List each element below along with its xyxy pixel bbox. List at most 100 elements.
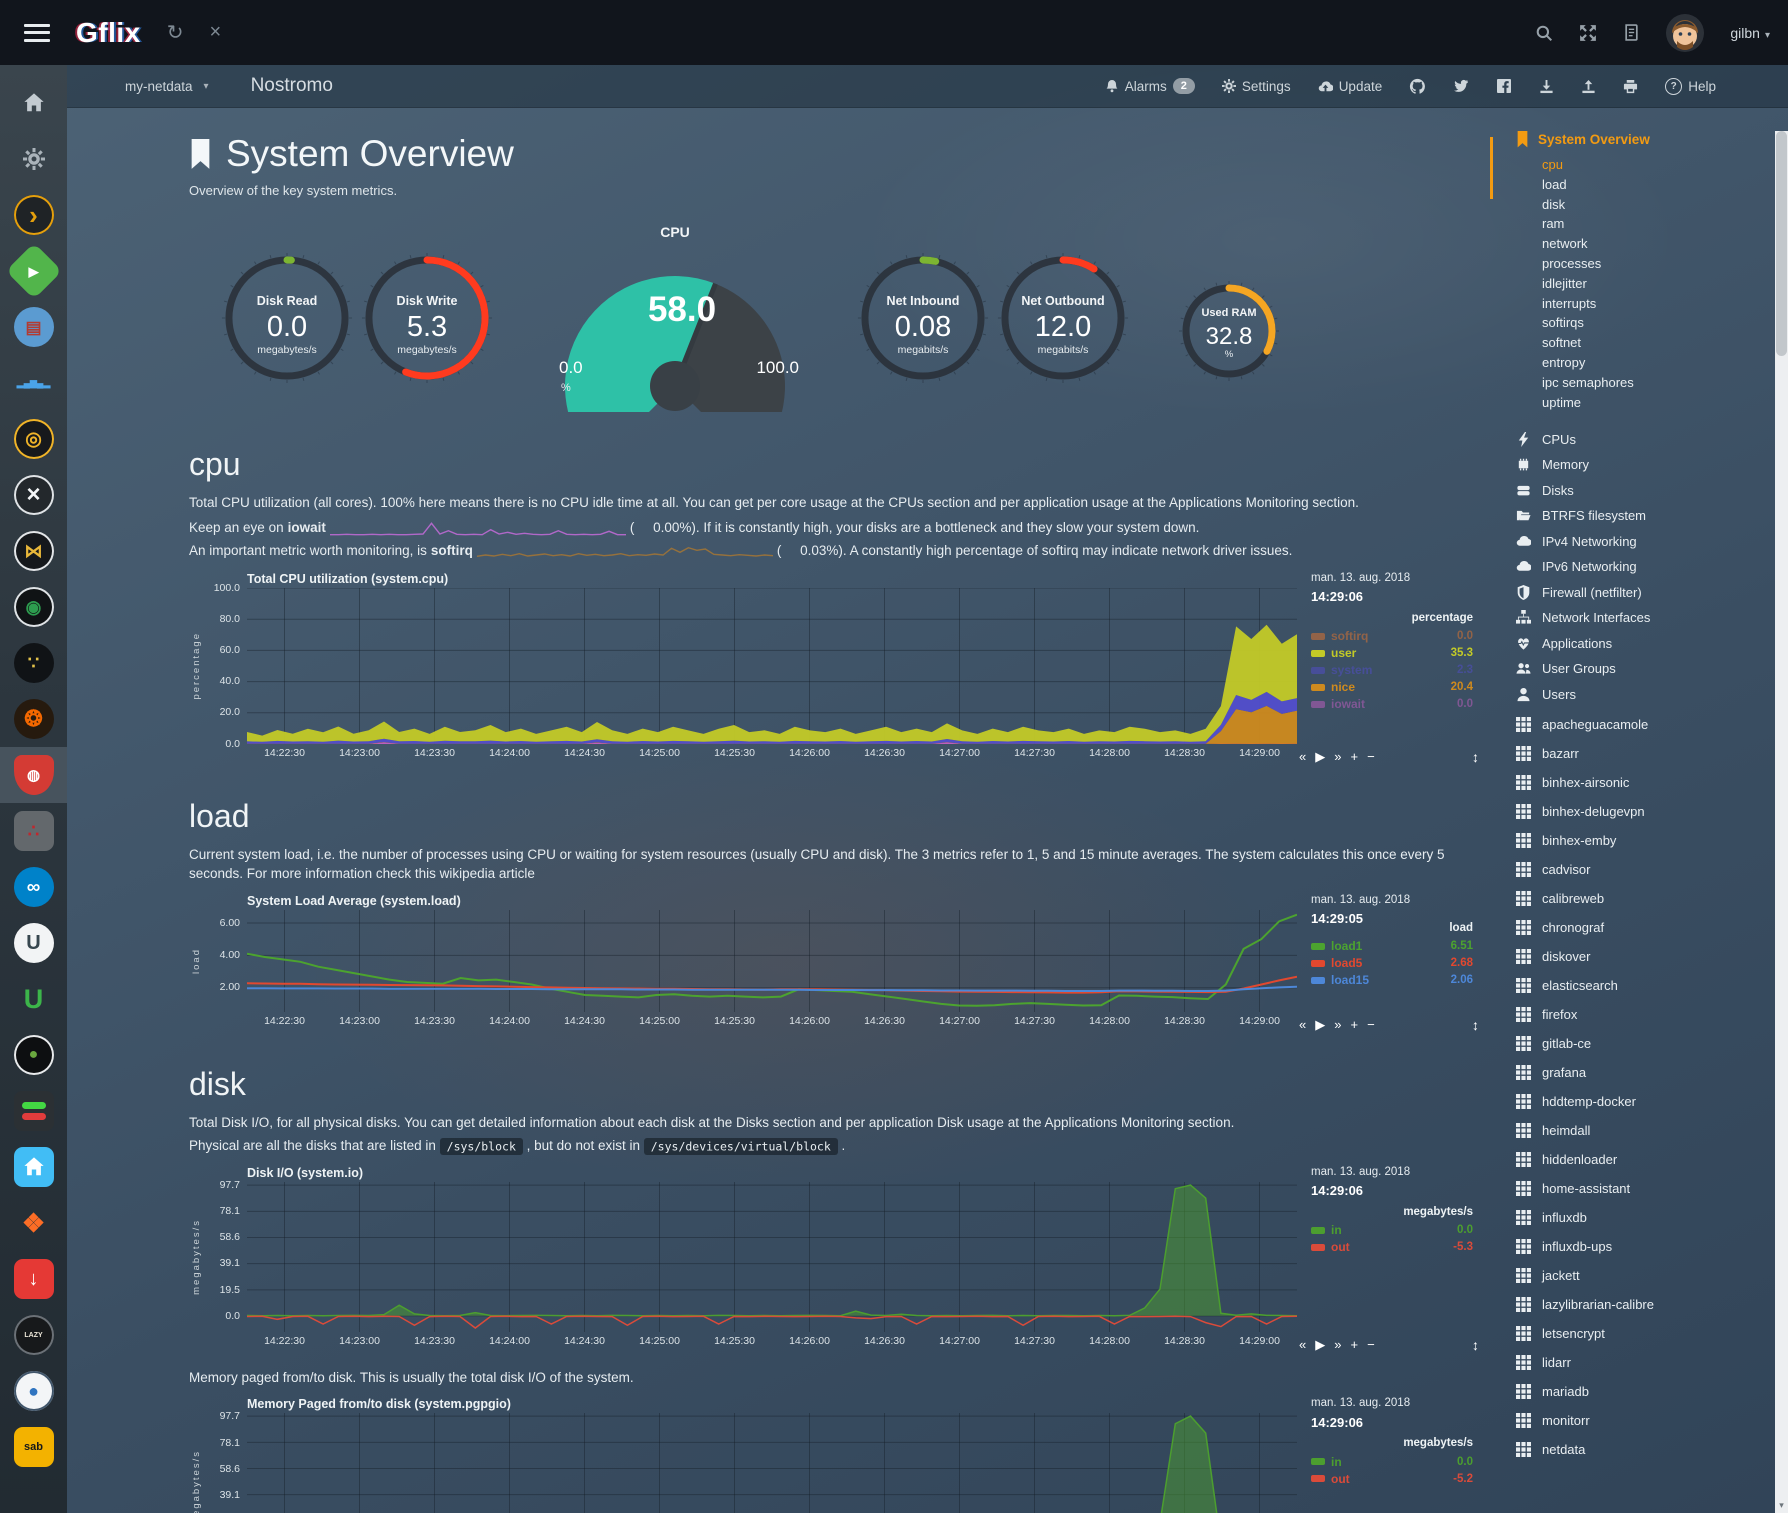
legend-row-user[interactable]: user35.3 xyxy=(1311,645,1473,662)
sidebar-app-item[interactable]: influxdb xyxy=(1500,1203,1775,1232)
sidebar-app-item[interactable]: heimdall xyxy=(1500,1116,1775,1145)
legend-row-iowait[interactable]: iowait0.0 xyxy=(1311,696,1473,713)
sidebar-app-item[interactable]: gitlab-ce xyxy=(1500,1029,1775,1058)
legend-row-softirq[interactable]: softirq0.0 xyxy=(1311,628,1473,645)
sidebar-app-item[interactable]: hddtemp-docker xyxy=(1500,1087,1775,1116)
sidebar-app-item[interactable]: lidarr xyxy=(1500,1348,1775,1377)
green-swirl-app-app-icon[interactable]: ◉ xyxy=(0,579,67,635)
sidebar-section-item[interactable]: Users xyxy=(1500,681,1775,707)
scrollbar-thumb[interactable] xyxy=(1776,131,1787,356)
sidebar-section-item[interactable]: CPUs xyxy=(1500,426,1775,452)
sidebar-subitem[interactable]: uptime xyxy=(1542,393,1775,413)
chart-control-zoom-in[interactable]: + xyxy=(1350,749,1358,765)
chart-control-zoom-out[interactable]: − xyxy=(1367,1017,1375,1033)
unifi-app-icon[interactable]: U xyxy=(0,915,67,971)
home-app-icon[interactable] xyxy=(0,75,67,131)
plex-app-icon[interactable]: › xyxy=(0,187,67,243)
disk-read-gauge[interactable]: Disk Read0.0megabytes/s xyxy=(221,252,353,384)
chart-canvas[interactable] xyxy=(247,910,1297,1012)
green-u-app-app-icon[interactable]: U xyxy=(0,971,67,1027)
net-outbound-gauge[interactable]: Net Outbound12.0megabits/s xyxy=(997,252,1129,384)
legend-row-in[interactable]: in0.0 xyxy=(1311,1453,1473,1470)
chart-resize-handle[interactable]: ↕ xyxy=(1472,749,1479,765)
github-icon[interactable] xyxy=(1409,78,1426,95)
chart-canvas[interactable] xyxy=(247,1413,1297,1513)
netdata-app-icon[interactable]: ◍ xyxy=(0,747,67,803)
settings-button[interactable]: Settings xyxy=(1222,79,1291,94)
chart-control-skip-forward[interactable]: » xyxy=(1334,1017,1341,1033)
sidebar-app-item[interactable]: lazylibrarian-calibre xyxy=(1500,1290,1775,1319)
sidebar-app-item[interactable]: netdata xyxy=(1500,1435,1775,1464)
sidebar-item-system-overview[interactable]: System Overview xyxy=(1500,131,1775,148)
fullscreen-icon[interactable] xyxy=(1579,24,1597,42)
close-icon[interactable]: × xyxy=(210,21,222,44)
ombi-bowtie-app-icon[interactable]: ⋈ xyxy=(0,523,67,579)
sidebar-subitem[interactable]: softirqs xyxy=(1542,313,1775,333)
refresh-icon[interactable]: ↻ xyxy=(167,20,184,45)
home-assistant-app-icon[interactable] xyxy=(0,1139,67,1195)
sidebar-section-item[interactable]: IPv4 Networking xyxy=(1500,528,1775,554)
chart-canvas[interactable] xyxy=(247,1182,1297,1332)
sidebar-subitem[interactable]: entropy xyxy=(1542,353,1775,373)
avatar[interactable] xyxy=(1666,14,1704,52)
sidebar-subitem[interactable]: processes xyxy=(1542,254,1775,274)
grafana-app-icon[interactable]: ❂ xyxy=(0,691,67,747)
chart-control-play[interactable]: ▶ xyxy=(1315,1017,1325,1033)
media-x-app-app-icon[interactable]: × xyxy=(0,467,67,523)
chart-control-skip-back[interactable]: « xyxy=(1299,1337,1306,1353)
legend-row-load5[interactable]: load52.68 xyxy=(1311,955,1473,972)
sidebar-section-item[interactable]: User Groups xyxy=(1500,656,1775,682)
twitter-icon[interactable] xyxy=(1453,78,1469,94)
sidebar-subitem[interactable]: network xyxy=(1542,234,1775,254)
sidebar-app-item[interactable]: cadvisor xyxy=(1500,855,1775,884)
legend-row-in[interactable]: in0.0 xyxy=(1311,1222,1473,1239)
print-icon[interactable] xyxy=(1623,79,1638,94)
sidebar-subitem[interactable]: interrupts xyxy=(1542,294,1775,314)
chart-control-skip-forward[interactable]: » xyxy=(1334,1337,1341,1353)
chart-control-zoom-in[interactable]: + xyxy=(1350,1017,1358,1033)
sidebar-app-item[interactable]: monitorr xyxy=(1500,1406,1775,1435)
sidebar-subitem[interactable]: ipc semaphores xyxy=(1542,373,1775,393)
chart-control-play[interactable]: ▶ xyxy=(1315,749,1325,765)
sidebar-app-item[interactable]: bazarr xyxy=(1500,739,1775,768)
server-dropdown[interactable]: my-netdata▾ xyxy=(125,79,209,94)
sidebar-subitem[interactable]: cpu xyxy=(1542,155,1775,175)
sidebar-app-item[interactable]: mariadb xyxy=(1500,1377,1775,1406)
calibre-web-app-icon[interactable]: ▤ xyxy=(0,299,67,355)
sidebar-app-item[interactable]: binhex-emby xyxy=(1500,826,1775,855)
sidebar-subitem[interactable]: load xyxy=(1542,175,1775,195)
sidebar-app-item[interactable]: letsencrypt xyxy=(1500,1319,1775,1348)
berries-app-app-icon[interactable]: ∴ xyxy=(0,803,67,859)
facebook-icon[interactable] xyxy=(1496,78,1512,94)
sidebar-app-item[interactable]: grafana xyxy=(1500,1058,1775,1087)
sidebar-app-item[interactable]: home-assistant xyxy=(1500,1174,1775,1203)
sidebar-app-item[interactable]: influxdb-ups xyxy=(1500,1232,1775,1261)
sidebar-app-item[interactable]: firefox xyxy=(1500,1000,1775,1029)
chart-control-play[interactable]: ▶ xyxy=(1315,1337,1325,1353)
chart-control-zoom-out[interactable]: − xyxy=(1367,1337,1375,1353)
sidebar-section-item[interactable]: BTRFS filesystem xyxy=(1500,503,1775,529)
app-logo[interactable]: Gflix xyxy=(76,17,141,49)
chart-canvas[interactable] xyxy=(247,588,1297,744)
chart-control-skip-back[interactable]: « xyxy=(1299,749,1306,765)
chart-control-zoom-in[interactable]: + xyxy=(1350,1337,1358,1353)
legend-row-out[interactable]: out-5.2 xyxy=(1311,1470,1473,1487)
changelog-icon[interactable] xyxy=(1623,24,1640,41)
sabnzbd-app-icon[interactable]: sab xyxy=(0,1419,67,1475)
scrollbar[interactable]: ▾ xyxy=(1775,131,1788,1513)
legend-row-load1[interactable]: load16.51 xyxy=(1311,938,1473,955)
settings-app-icon[interactable] xyxy=(0,131,67,187)
sidebar-section-item[interactable]: Memory xyxy=(1500,452,1775,478)
user-menu[interactable]: gilbn▾ xyxy=(1730,25,1770,41)
used-ram-gauge[interactable]: Used RAM32.8% xyxy=(1179,281,1279,381)
alarms-button[interactable]: Alarms 2 xyxy=(1105,78,1195,94)
sidebar-app-item[interactable]: apacheguacamole xyxy=(1500,710,1775,739)
chart-resize-handle[interactable]: ↕ xyxy=(1472,1017,1479,1033)
sidebar-app-item[interactable]: diskover xyxy=(1500,942,1775,971)
update-button[interactable]: Update xyxy=(1318,79,1383,94)
disk-write-gauge[interactable]: Disk Write5.3megabytes/s xyxy=(361,252,493,384)
emby-app-icon[interactable]: ▶ xyxy=(0,243,67,299)
download-icon[interactable] xyxy=(1539,79,1554,94)
sidebar-app-item[interactable]: binhex-delugevpn xyxy=(1500,797,1775,826)
sidebar-subitem[interactable]: ram xyxy=(1542,214,1775,234)
